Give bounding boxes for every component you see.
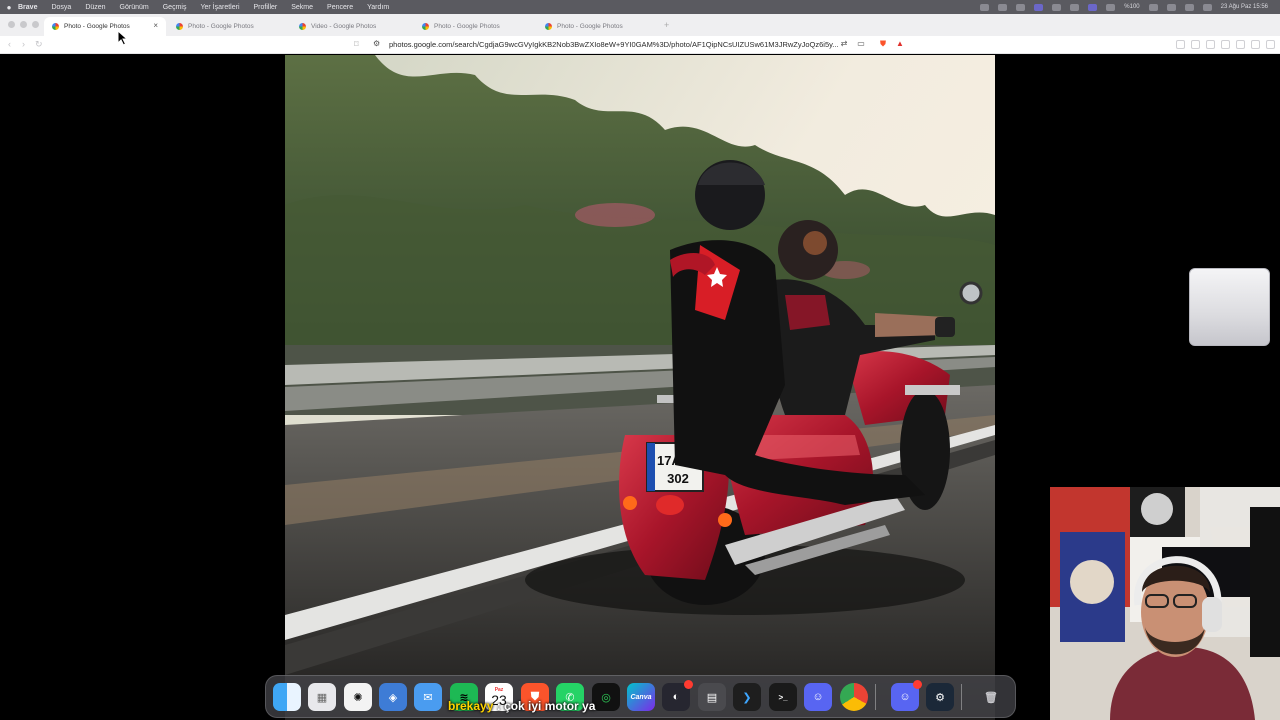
- tab-title: Photo - Google Photos: [64, 23, 130, 30]
- minimize-window-button[interactable]: [20, 21, 27, 28]
- vpn-icon[interactable]: [1251, 40, 1260, 49]
- chat-username: brekayy: [448, 699, 494, 713]
- brave-shields-icon[interactable]: ⛊: [878, 39, 888, 49]
- extension-icon[interactable]: [1191, 40, 1200, 49]
- trash-icon[interactable]: 🗑: [977, 683, 1005, 711]
- new-tab-button[interactable]: +: [664, 20, 669, 30]
- dock: ▦ ✺ ◈ ✉ ≋ Paz 23 ⛊ ✆ ◎ Canva ◐ ▤ ❯ >_ ☺ …: [265, 675, 1016, 718]
- canva-icon[interactable]: Canva: [627, 683, 655, 711]
- cast-icon[interactable]: ▭: [856, 39, 866, 49]
- menu-icon[interactable]: [1266, 40, 1275, 49]
- tab-photo-4[interactable]: Photo - Google Photos: [537, 17, 657, 36]
- status-icon[interactable]: [1088, 3, 1098, 11]
- google-photos-icon: [422, 23, 429, 30]
- close-window-button[interactable]: [8, 21, 15, 28]
- menu-app-name[interactable]: Brave: [18, 4, 37, 11]
- discord-icon[interactable]: ☺: [804, 683, 832, 711]
- google-photos-icon: [545, 23, 552, 30]
- brave-rewards-icon[interactable]: ▲: [895, 39, 905, 49]
- vscode-icon[interactable]: ❯: [733, 683, 761, 711]
- google-photos-icon: [299, 23, 306, 30]
- address-bar[interactable]: photos.google.com/search/CgdjaG9wcGVyIgk…: [389, 40, 839, 49]
- leo-icon[interactable]: [1236, 40, 1245, 49]
- recording-badge: [684, 680, 693, 689]
- chatgpt-icon[interactable]: ✺: [344, 683, 372, 711]
- menu-bar: ● Brave Dosya Düzen Görünüm Geçmiş Yer İ…: [0, 0, 1280, 14]
- screen-record-icon[interactable]: [1034, 3, 1044, 11]
- discord-canary-icon[interactable]: ☺: [891, 680, 922, 711]
- bookmark-icon[interactable]: ⌑: [354, 39, 359, 50]
- browser-app-icon[interactable]: ◈: [379, 683, 407, 711]
- extension-icon[interactable]: [1176, 40, 1185, 49]
- back-button[interactable]: ‹: [8, 39, 11, 49]
- tab-title: Video - Google Photos: [311, 23, 377, 30]
- notification-badge: [913, 680, 922, 689]
- wifi-icon[interactable]: [1166, 3, 1176, 11]
- tab-title: Photo - Google Photos: [188, 23, 254, 30]
- dock-separator: [875, 684, 876, 710]
- terminal-icon[interactable]: >_: [769, 683, 797, 711]
- menu-status-area: %100 23 Ağu Paz 15:56: [980, 0, 1268, 14]
- menu-item-edit[interactable]: Düzen: [85, 4, 105, 11]
- activity-monitor-icon[interactable]: ◎: [592, 683, 620, 711]
- menu-item-file[interactable]: Dosya: [51, 4, 71, 11]
- google-photos-icon: [176, 23, 183, 30]
- translate-icon[interactable]: ⇄: [839, 39, 849, 49]
- zoom-window-button[interactable]: [32, 21, 39, 28]
- tab-video[interactable]: Video - Google Photos: [291, 17, 411, 36]
- menu-item-profiles[interactable]: Profiller: [254, 4, 278, 11]
- calculator-icon[interactable]: ▤: [698, 683, 726, 711]
- sidebar-icon[interactable]: [1206, 40, 1215, 49]
- menu-item-help[interactable]: Yardım: [367, 4, 389, 11]
- steam-icon[interactable]: ⚙: [926, 683, 954, 711]
- status-icon[interactable]: [1016, 3, 1026, 11]
- close-tab-icon[interactable]: ×: [153, 21, 158, 30]
- browser-toolbar: ‹ › ↻ ⌑ ⚙ photos.google.com/search/Cgdja…: [0, 36, 1280, 54]
- status-icon[interactable]: [998, 3, 1008, 11]
- reload-button[interactable]: ↻: [35, 39, 43, 50]
- mouse-cursor-icon: [117, 30, 129, 46]
- chrome-icon[interactable]: [840, 683, 868, 711]
- obs-icon[interactable]: ◐: [662, 680, 693, 711]
- tab-photo-2[interactable]: Photo - Google Photos: [168, 17, 288, 36]
- apple-logo-icon[interactable]: ●: [0, 3, 18, 12]
- tab-title: Photo - Google Photos: [557, 23, 623, 30]
- mail-icon[interactable]: ✉: [414, 683, 442, 711]
- forward-button[interactable]: ›: [22, 39, 25, 49]
- menu-item-window[interactable]: Pencere: [327, 4, 353, 11]
- motorcycle-riders-photo: 17AAE 302: [285, 55, 995, 720]
- tab-photo-1[interactable]: Photo - Google Photos ×: [44, 17, 166, 36]
- status-icon[interactable]: [1052, 3, 1062, 11]
- plate-line-2: 302: [667, 471, 689, 486]
- chat-subtitle: brekayy : çok iyi motor ya: [448, 699, 595, 713]
- window-controls: [8, 21, 39, 28]
- tab-title: Photo - Google Photos: [434, 23, 500, 30]
- search-icon[interactable]: [1184, 3, 1194, 11]
- menu-clock[interactable]: 23 Ağu Paz 15:56: [1221, 4, 1268, 10]
- google-photos-icon: [52, 23, 59, 30]
- launchpad-icon[interactable]: ▦: [308, 683, 336, 711]
- tab-photo-3[interactable]: Photo - Google Photos: [414, 17, 534, 36]
- site-settings-icon[interactable]: ⚙: [373, 39, 380, 48]
- menu-item-bookmarks[interactable]: Yer İşaretleri: [200, 4, 239, 11]
- finder-icon[interactable]: [273, 683, 301, 711]
- status-icon[interactable]: [1106, 3, 1116, 11]
- control-center-icon[interactable]: [1202, 3, 1212, 11]
- glass-cup-image: [1189, 268, 1270, 346]
- battery-icon[interactable]: [1148, 3, 1158, 11]
- status-icon[interactable]: [1070, 3, 1080, 11]
- wallet-icon[interactable]: [1221, 40, 1230, 49]
- webcam-overlay: [1050, 487, 1280, 720]
- tab-strip: Photo - Google Photos × Photo - Google P…: [0, 14, 1280, 36]
- menu-item-view[interactable]: Görünüm: [120, 4, 149, 11]
- menu-item-tab[interactable]: Sekme: [291, 4, 313, 11]
- dock-separator: [961, 684, 962, 710]
- battery-percent[interactable]: %100: [1124, 4, 1139, 10]
- chat-message: : çok iyi motor ya: [493, 699, 596, 713]
- menu-item-history[interactable]: Geçmiş: [163, 4, 187, 11]
- status-icon[interactable]: [980, 3, 990, 11]
